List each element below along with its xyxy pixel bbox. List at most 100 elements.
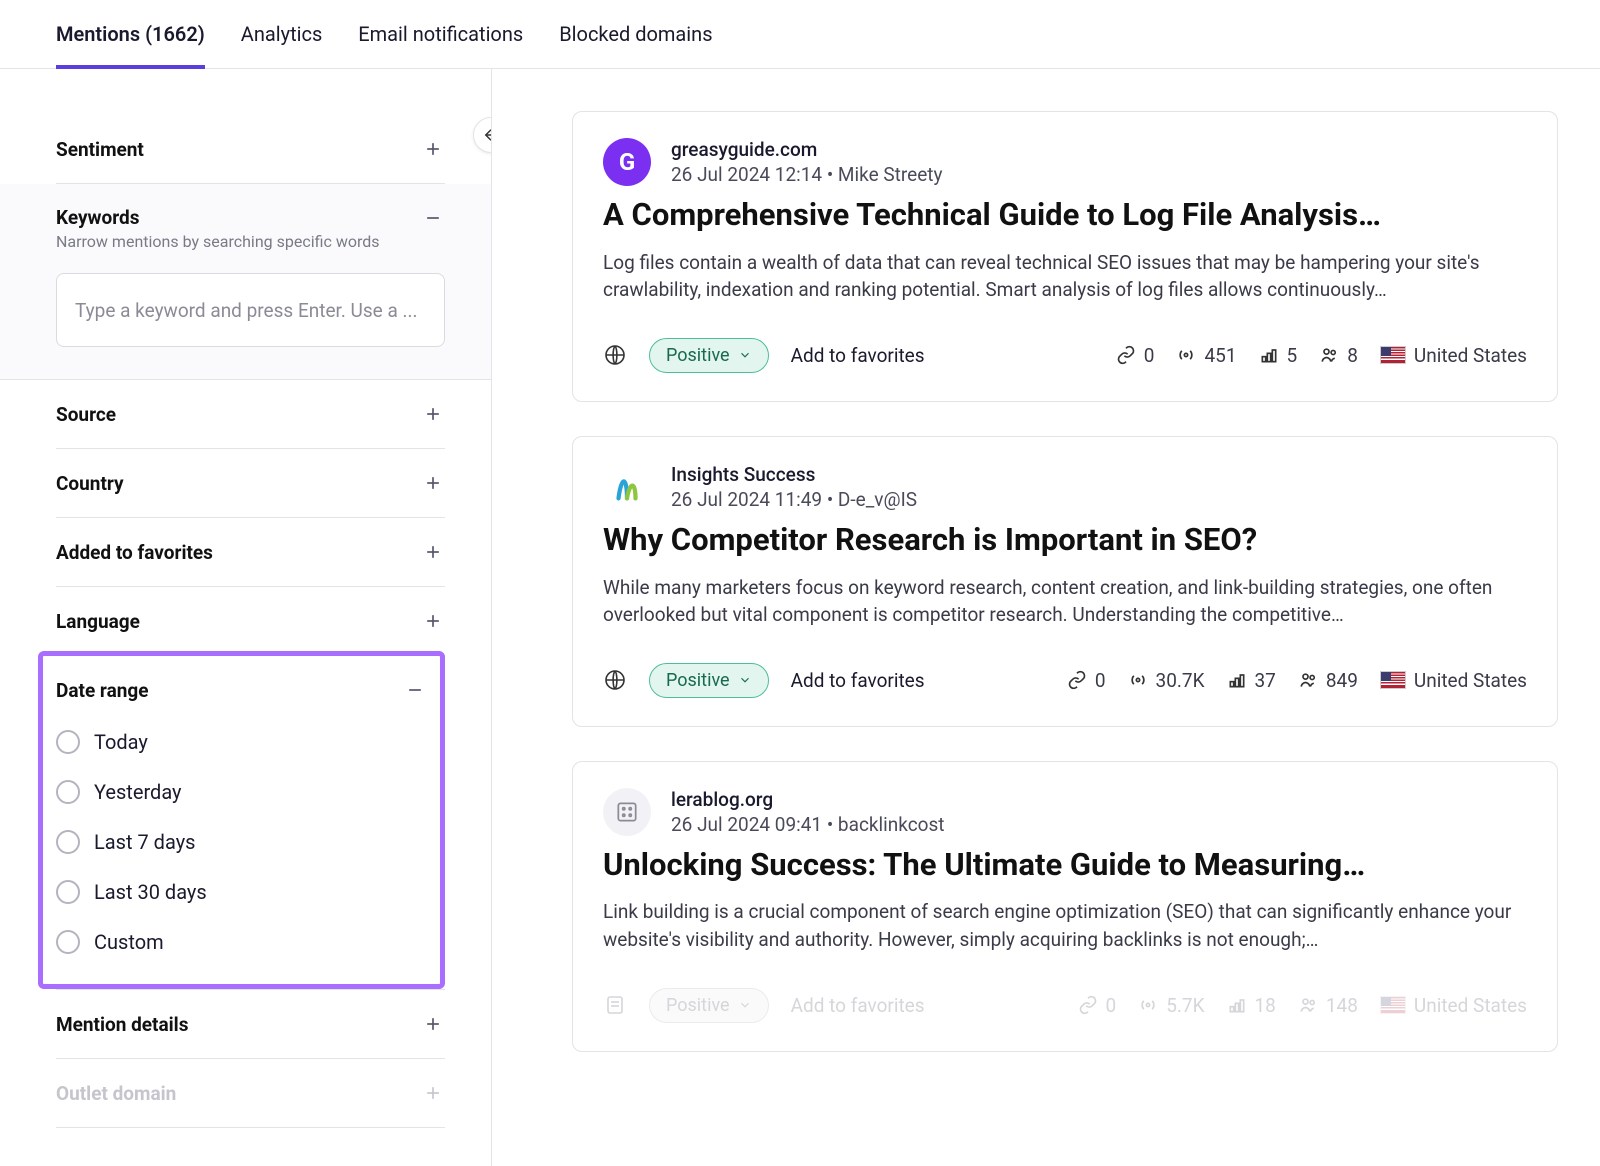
mention-list: G greasyguide.com 26 Jul 2024 12:14 • Mi…	[492, 69, 1600, 1166]
filter-outlet-domain[interactable]: Outlet domain	[56, 1059, 445, 1127]
radio-label: Yesterday	[94, 780, 182, 804]
link-icon	[1067, 670, 1087, 690]
mention-description: Link building is a crucial component of …	[603, 898, 1527, 953]
filter-title: Date range	[56, 679, 149, 702]
filter-keywords[interactable]: Keywords Narrow mentions by searching sp…	[56, 206, 445, 263]
date-option-today[interactable]: Today	[56, 730, 427, 754]
filter-title: Country	[56, 472, 124, 495]
mention-title: Why Competitor Research is Important in …	[603, 521, 1527, 560]
filter-language[interactable]: Language	[56, 587, 445, 655]
filter-subtitle: Narrow mentions by searching specific wo…	[56, 232, 380, 251]
signal-icon	[1176, 345, 1196, 365]
www-icon	[603, 668, 627, 692]
bar-chart-icon	[1227, 995, 1247, 1015]
date-option-custom[interactable]: Custom	[56, 930, 427, 954]
source-avatar: G	[603, 138, 651, 186]
link-icon	[1078, 995, 1098, 1015]
mention-card[interactable]: lerablog.org 26 Jul 2024 09:41 • backlin…	[572, 761, 1558, 1052]
plus-icon	[421, 609, 445, 633]
filter-title: Outlet domain	[56, 1082, 176, 1105]
filter-favorites[interactable]: Added to favorites	[56, 518, 445, 586]
plus-icon	[421, 471, 445, 495]
metric-links: 0	[1067, 669, 1106, 692]
signal-icon	[1138, 995, 1158, 1015]
mention-description: Log files contain a wealth of data that …	[603, 249, 1527, 304]
metric-reach: 5.7K	[1138, 994, 1204, 1017]
arrow-left-icon	[482, 126, 492, 144]
source-avatar	[603, 788, 651, 836]
add-to-favorites[interactable]: Add to favorites	[791, 669, 925, 692]
tab-blocked-domains[interactable]: Blocked domains	[559, 0, 712, 68]
users-icon	[1298, 995, 1318, 1015]
source-name: lerablog.org	[671, 788, 945, 811]
mention-card[interactable]: G greasyguide.com 26 Jul 2024 12:14 • Mi…	[572, 111, 1558, 402]
radio-icon	[56, 880, 80, 904]
date-option-last-30-days[interactable]: Last 30 days	[56, 880, 427, 904]
users-icon	[1319, 345, 1339, 365]
metric-audience: 8	[1319, 344, 1358, 367]
www-icon	[603, 343, 627, 367]
radio-icon	[56, 730, 80, 754]
tab-analytics[interactable]: Analytics	[241, 0, 323, 68]
date-option-last-7-days[interactable]: Last 7 days	[56, 830, 427, 854]
chevron-down-icon	[738, 998, 752, 1012]
filter-title: Added to favorites	[56, 541, 213, 564]
metric-country: United States	[1380, 994, 1527, 1017]
mention-title: A Comprehensive Technical Guide to Log F…	[603, 196, 1527, 235]
metric-rank: 37	[1227, 669, 1276, 692]
minus-icon	[421, 206, 445, 230]
source-avatar	[603, 463, 651, 511]
keywords-input[interactable]: Type a keyword and press Enter. Use a ..…	[56, 273, 445, 347]
signal-icon	[1128, 670, 1148, 690]
radio-icon	[56, 780, 80, 804]
add-to-favorites[interactable]: Add to favorites	[791, 344, 925, 367]
source-name: greasyguide.com	[671, 138, 943, 161]
sidebar: Sentiment Keywords Narrow mentions by se…	[0, 69, 492, 1166]
filter-sentiment[interactable]: Sentiment	[56, 115, 445, 183]
source-name: Insights Success	[671, 463, 917, 486]
radio-icon	[56, 930, 80, 954]
source-meta: 26 Jul 2024 12:14 • Mike Streety	[671, 163, 943, 186]
metric-reach: 30.7K	[1128, 669, 1205, 692]
minus-icon	[403, 678, 427, 702]
filter-country[interactable]: Country	[56, 449, 445, 517]
bar-chart-icon	[1259, 345, 1279, 365]
filter-date-range[interactable]: Date range	[56, 656, 427, 702]
tab-email-notifications[interactable]: Email notifications	[358, 0, 523, 68]
mention-description: While many marketers focus on keyword re…	[603, 574, 1527, 629]
plus-icon	[421, 137, 445, 161]
filter-mention-details[interactable]: Mention details	[56, 990, 445, 1058]
flag-us-icon	[1380, 346, 1406, 364]
filter-title: Sentiment	[56, 138, 144, 161]
radio-label: Last 7 days	[94, 830, 195, 854]
metric-country: United States	[1380, 344, 1527, 367]
metric-links: 0	[1078, 994, 1117, 1017]
sentiment-pill[interactable]: Positive	[649, 338, 769, 373]
plus-icon	[421, 402, 445, 426]
metric-audience: 148	[1298, 994, 1358, 1017]
metric-reach: 451	[1176, 344, 1236, 367]
mention-title: Unlocking Success: The Ultimate Guide to…	[603, 846, 1527, 885]
bar-chart-icon	[1227, 670, 1247, 690]
document-icon	[603, 993, 627, 1017]
radio-label: Custom	[94, 930, 164, 954]
metric-country: United States	[1380, 669, 1527, 692]
link-icon	[1116, 345, 1136, 365]
filter-date-range-section: Date range Today Yesterday Last 7 days L…	[38, 651, 445, 989]
filter-title: Source	[56, 403, 116, 426]
filter-title: Language	[56, 610, 140, 633]
date-option-yesterday[interactable]: Yesterday	[56, 780, 427, 804]
mention-card[interactable]: Insights Success 26 Jul 2024 11:49 • D-e…	[572, 436, 1558, 727]
flag-us-icon	[1380, 671, 1406, 689]
flag-us-icon	[1380, 996, 1406, 1014]
radio-label: Today	[94, 730, 148, 754]
sentiment-pill[interactable]: Positive	[649, 988, 769, 1023]
sentiment-pill[interactable]: Positive	[649, 663, 769, 698]
metric-audience: 849	[1298, 669, 1358, 692]
plus-icon	[421, 1081, 445, 1105]
filter-source[interactable]: Source	[56, 380, 445, 448]
chevron-down-icon	[738, 673, 752, 687]
metric-rank: 18	[1227, 994, 1276, 1017]
tab-mentions[interactable]: Mentions (1662)	[56, 0, 205, 68]
add-to-favorites[interactable]: Add to favorites	[791, 994, 925, 1017]
